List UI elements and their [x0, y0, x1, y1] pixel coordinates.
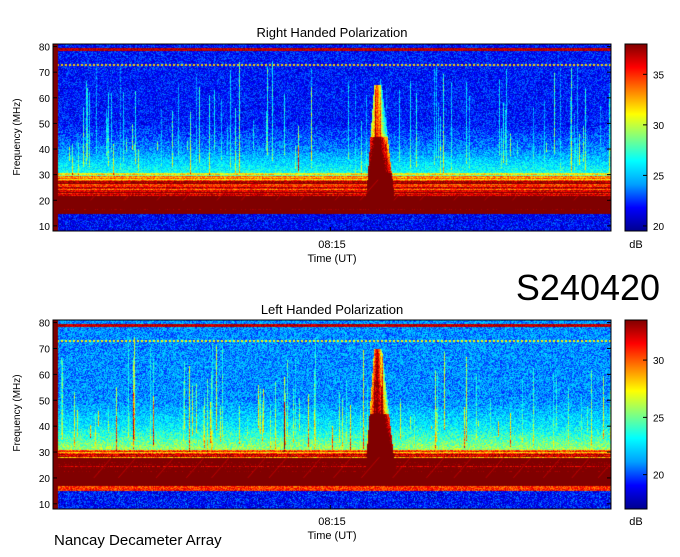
figure-canvas: Right Handed Polarization Frequency (MHz…: [12, 25, 665, 549]
colorbar: [624, 319, 648, 510]
y-tick-label: 60: [39, 370, 51, 381]
colorbar-tick-label: 25: [653, 413, 665, 424]
y-tick-label: 40: [39, 422, 51, 433]
spectrogram-heatmap: [53, 44, 611, 231]
colorbar-tick-label: 30: [653, 356, 665, 367]
y-tick-label: 30: [39, 171, 51, 182]
y-axis-label: Frequency (MHz): [12, 98, 23, 175]
colorbar: [624, 43, 648, 232]
colorbar-label: dB: [629, 516, 642, 528]
chart-title: Right Handed Polarization: [256, 25, 407, 40]
left-polarization-panel: Left Handed Polarization Frequency (MHz)…: [12, 302, 665, 542]
y-tick-label: 20: [39, 474, 51, 485]
x-axis-label: Time (UT): [307, 253, 356, 265]
y-tick-label: 10: [39, 222, 51, 233]
y-tick-label: 70: [39, 344, 51, 355]
y-tick-label: 60: [39, 94, 51, 105]
y-tick-label: 80: [39, 319, 51, 330]
footer-label: Nancay Decameter Array: [54, 532, 222, 549]
x-axis-label: Time (UT): [307, 530, 356, 542]
y-tick-label: 40: [39, 145, 51, 156]
y-tick-label: 30: [39, 448, 51, 459]
chart-title: Left Handed Polarization: [261, 302, 403, 317]
y-tick-label: 50: [39, 396, 51, 407]
x-tick-label: 08:15: [318, 239, 346, 251]
y-tick-label: 10: [39, 500, 51, 511]
y-tick-label: 80: [39, 43, 51, 54]
y-tick-label: 20: [39, 196, 51, 207]
y-tick-label: 70: [39, 68, 51, 79]
spectrogram-figure: Right Handed Polarization Frequency (MHz…: [0, 0, 680, 552]
x-tick-label: 08:15: [318, 516, 346, 528]
colorbar-tick-label: 35: [653, 70, 665, 81]
colorbar-label: dB: [629, 239, 642, 251]
colorbar-tick-label: 20: [653, 222, 665, 233]
y-axis-label: Frequency (MHz): [12, 374, 23, 451]
right-polarization-panel: Right Handed Polarization Frequency (MHz…: [12, 25, 665, 265]
station-id: S240420: [516, 267, 660, 308]
colorbar-tick-label: 20: [653, 471, 665, 482]
spectrogram-heatmap: [53, 320, 611, 509]
y-tick-label: 50: [39, 119, 51, 130]
colorbar-tick-label: 25: [653, 171, 665, 182]
colorbar-tick-label: 30: [653, 121, 665, 132]
